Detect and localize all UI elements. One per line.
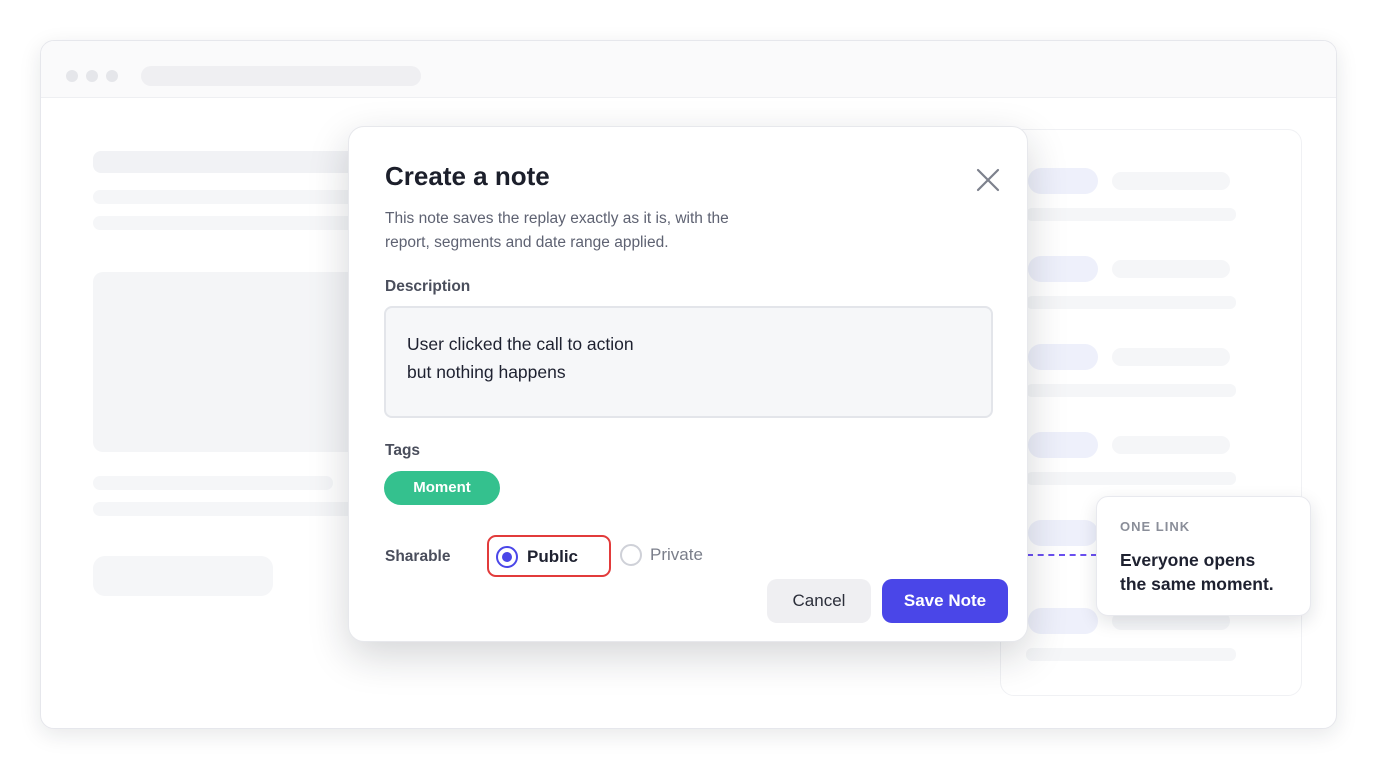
window-control-dot[interactable] (106, 70, 118, 82)
skeleton-pill (1028, 344, 1098, 370)
skeleton-heading (93, 151, 363, 173)
tag-moment[interactable]: Moment (384, 471, 500, 505)
callout-line: the same moment. (1120, 574, 1274, 594)
skeleton-line (1112, 172, 1230, 190)
window-titlebar (41, 41, 1336, 98)
callout-eyebrow: ONE LINK (1120, 519, 1191, 534)
skeleton-pill (1028, 168, 1098, 194)
close-icon (969, 168, 1007, 192)
radio-private-label: Private (650, 545, 703, 564)
description-text-line: but nothing happens (407, 362, 566, 382)
callout-message: Everyone opens the same moment. (1120, 548, 1288, 596)
radio-private[interactable]: Private (617, 535, 727, 577)
cancel-button[interactable]: Cancel (767, 579, 871, 623)
radio-unselected-icon (620, 544, 642, 566)
callout-line: Everyone opens (1120, 550, 1256, 570)
skeleton-pill (1028, 608, 1098, 634)
description-text-line: User clicked the call to action (407, 334, 634, 354)
skeleton-button (93, 556, 273, 596)
window-control-dot[interactable] (66, 70, 78, 82)
sharable-label: Sharable (385, 548, 451, 565)
callout-connector (1027, 554, 1097, 556)
close-button[interactable] (969, 163, 1007, 197)
skeleton-line (1112, 260, 1230, 278)
tags-label: Tags (385, 442, 421, 459)
skeleton-media (93, 272, 363, 452)
description-label: Description (385, 278, 471, 295)
dialog-title: Create a note (385, 161, 550, 191)
skeleton-line (1026, 296, 1236, 309)
dialog-description-line: This note saves the replay exactly as it… (385, 210, 729, 227)
radio-public[interactable]: Public (487, 535, 611, 577)
skeleton-line (1026, 648, 1236, 661)
dialog-description-line: report, segments and date range applied. (385, 234, 669, 251)
skeleton-line (1112, 436, 1230, 454)
radio-public-label: Public (527, 547, 579, 566)
description-textarea[interactable]: User clicked the call to action but noth… (384, 306, 993, 418)
one-link-callout: ONE LINK Everyone opens the same moment. (1096, 496, 1311, 616)
skeleton-line (1026, 384, 1236, 397)
skeleton-line (93, 190, 363, 204)
skeleton-pill (1028, 520, 1098, 546)
skeleton-pill (1028, 432, 1098, 458)
create-note-dialog: Create a note This note saves the replay… (348, 126, 1028, 642)
address-bar-placeholder[interactable] (141, 66, 421, 86)
window-control-dot[interactable] (86, 70, 98, 82)
skeleton-pill (1028, 256, 1098, 282)
radio-selected-icon (496, 546, 518, 568)
skeleton-line (1026, 472, 1236, 485)
skeleton-line (93, 216, 363, 230)
skeleton-line (1112, 348, 1230, 366)
skeleton-line (93, 502, 363, 516)
skeleton-line (1026, 208, 1236, 221)
save-note-button[interactable]: Save Note (882, 579, 1008, 623)
skeleton-line (93, 476, 333, 490)
dialog-description: This note saves the replay exactly as it… (385, 207, 825, 255)
